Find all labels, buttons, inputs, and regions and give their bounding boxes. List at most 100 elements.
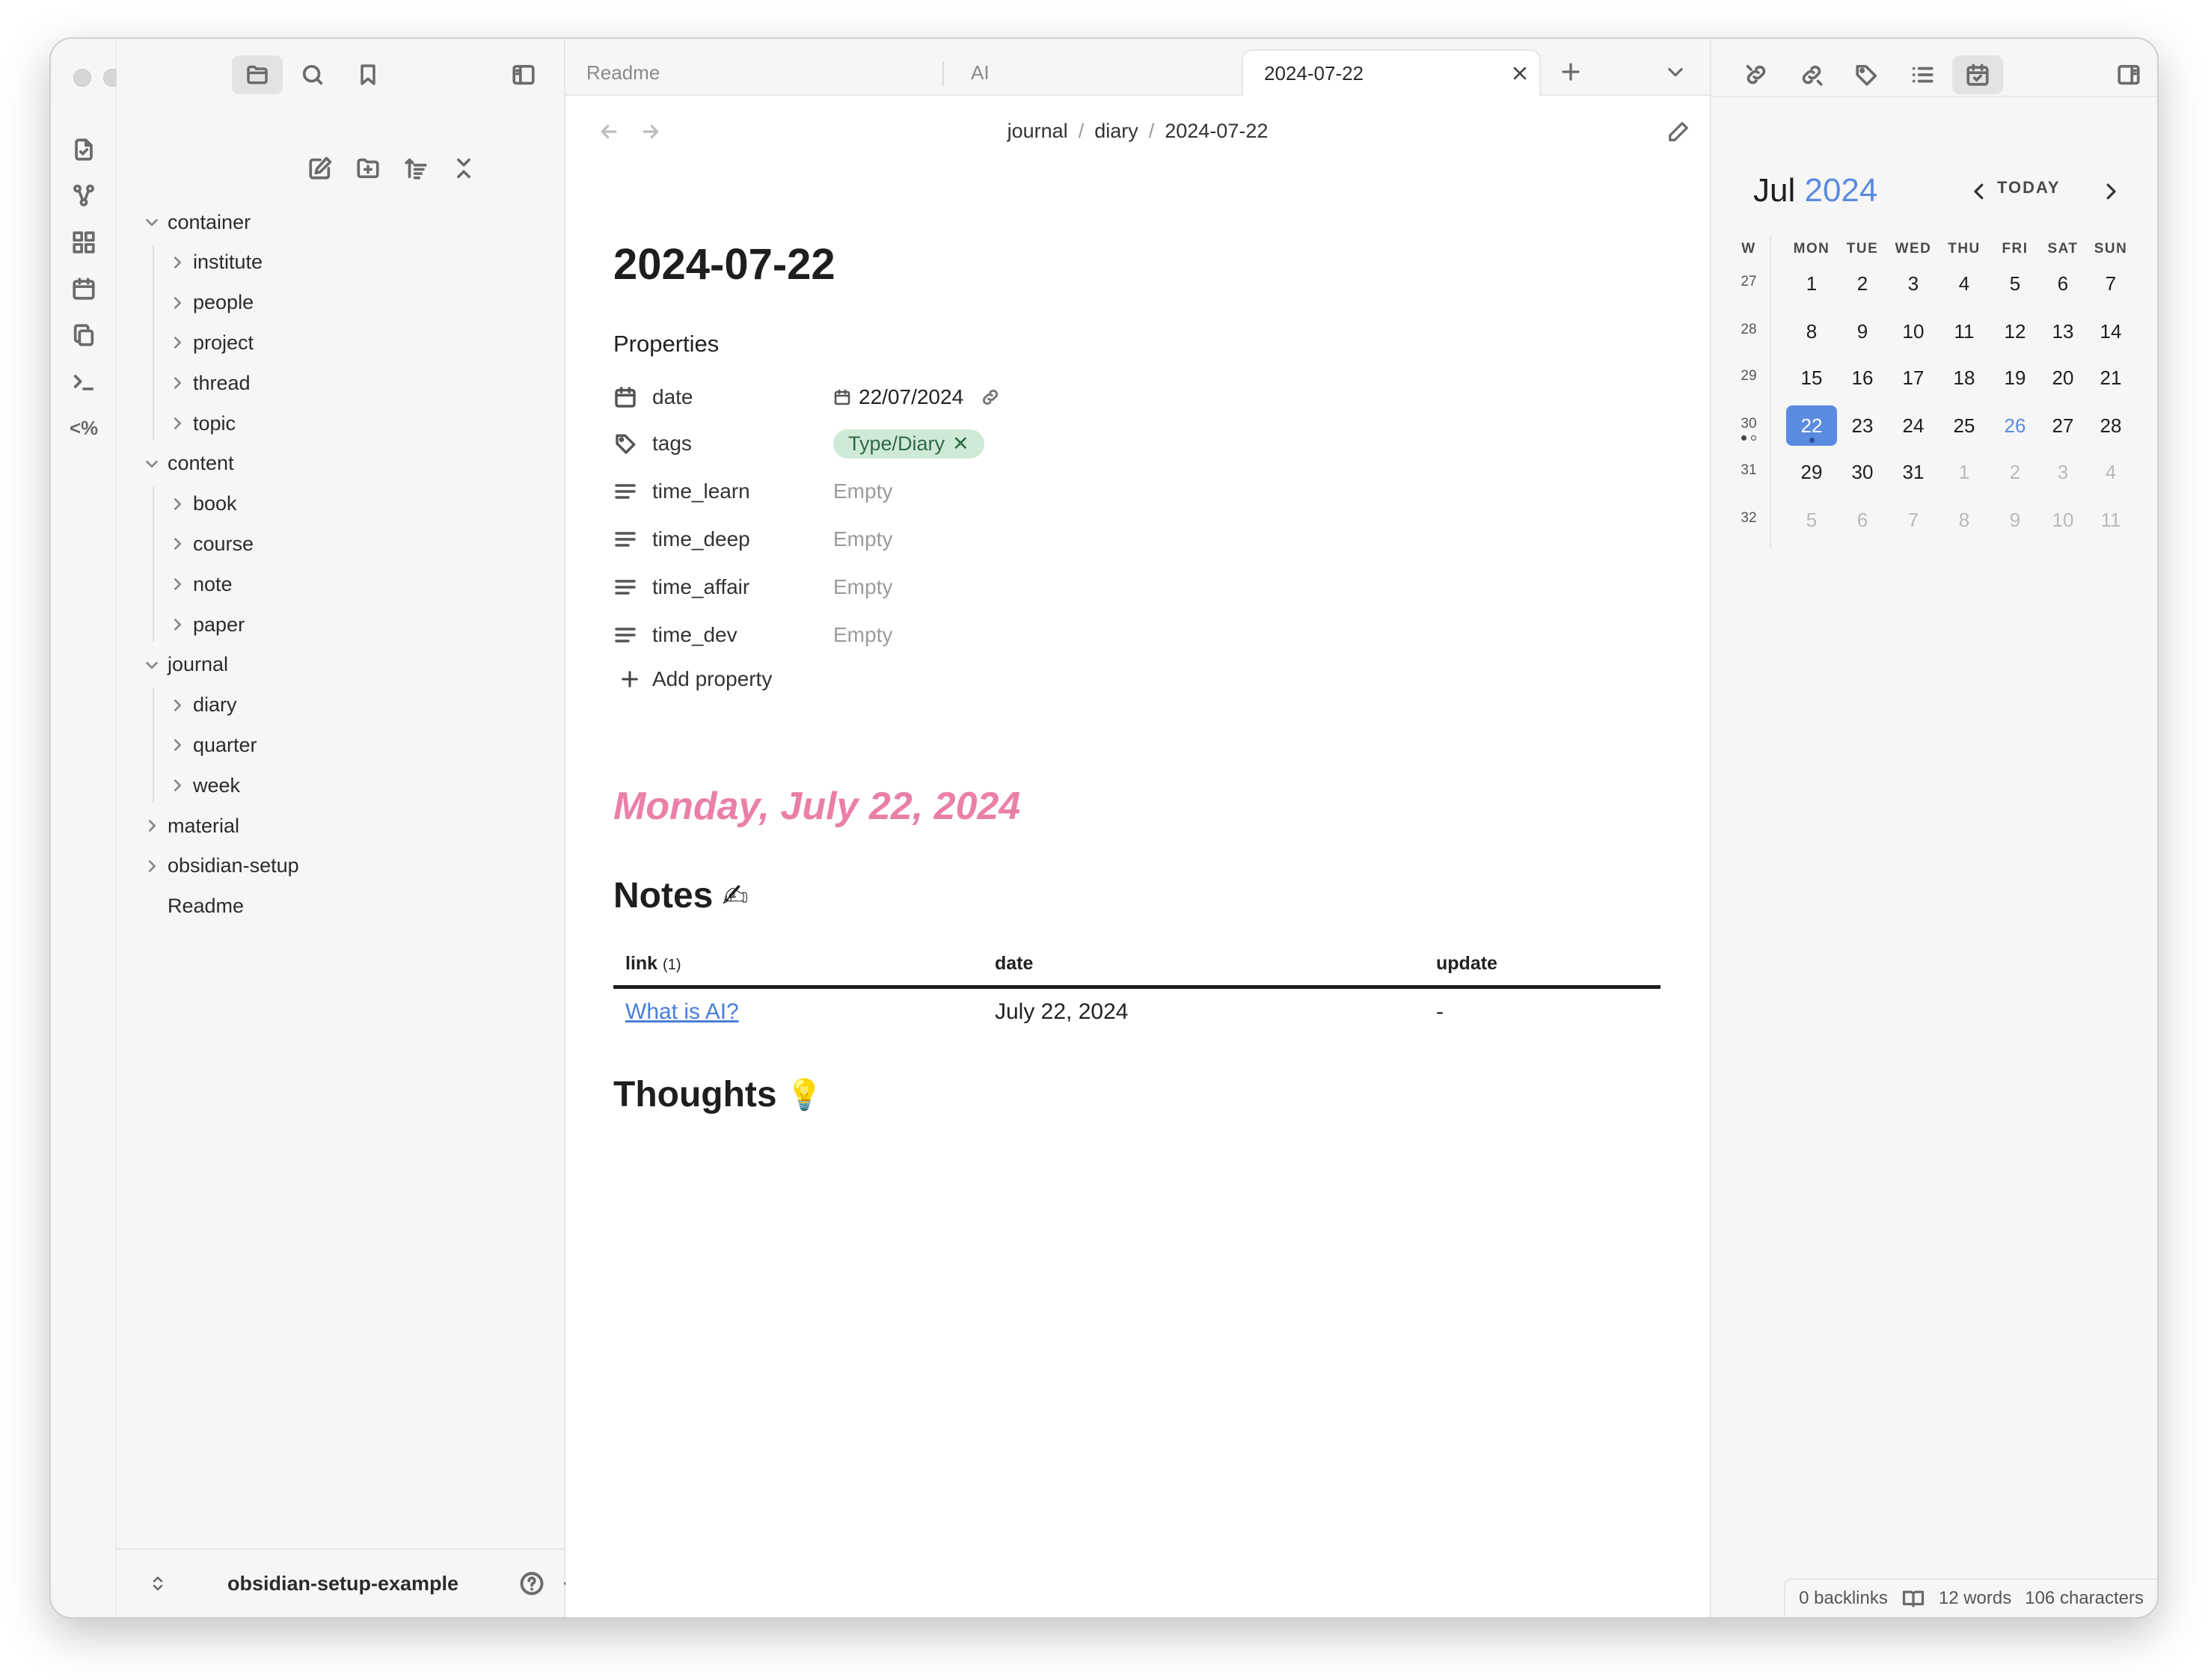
calendar-day[interactable]: 20	[2037, 358, 2088, 398]
property-empty-value[interactable]: Empty	[833, 527, 892, 551]
link-chain-icon[interactable]	[980, 387, 1001, 408]
calendar-day[interactable]: 2	[1837, 263, 1888, 304]
property-name[interactable]: time_deep	[652, 527, 750, 551]
text-lines-icon[interactable]	[613, 623, 652, 647]
templates-icon[interactable]	[63, 314, 105, 356]
tree-folder[interactable]: quarter	[165, 725, 257, 765]
calendar-day[interactable]: 12	[1990, 311, 2040, 352]
close-window-button[interactable]	[73, 69, 91, 87]
next-month-chevron-right-icon[interactable]	[2094, 174, 2127, 209]
edit-pencil-icon[interactable]	[1662, 115, 1695, 148]
calendar-day[interactable]: 30	[1837, 452, 1888, 492]
calendar-day[interactable]: 1	[1786, 263, 1837, 304]
calendar-day[interactable]: 9	[1990, 500, 2040, 540]
tab-2024-07-22[interactable]: 2024-07-22	[1242, 49, 1541, 96]
calendar-day[interactable]: 5	[1786, 500, 1837, 540]
text-lines-icon[interactable]	[613, 479, 652, 503]
calendar-day[interactable]: 3	[1888, 263, 1939, 304]
property-name[interactable]: date	[652, 385, 693, 409]
add-property-button[interactable]: Add property	[619, 667, 772, 691]
tree-folder[interactable]: material	[139, 806, 239, 846]
today-button[interactable]: TODAY	[1997, 178, 2061, 197]
note-link[interactable]: What is AI?	[625, 999, 739, 1024]
calendar-month[interactable]: Jul	[1753, 172, 1795, 209]
calendar-view-icon[interactable]	[1952, 55, 2003, 94]
calendar-day[interactable]: 15	[1786, 358, 1837, 398]
breadcrumb-item[interactable]: diary	[1094, 120, 1138, 143]
bookmark-icon[interactable]	[343, 55, 393, 94]
calendar-day[interactable]: 7	[2085, 263, 2136, 304]
graph-view-icon[interactable]	[63, 175, 105, 217]
calendar-year[interactable]: 2024	[1804, 172, 1877, 209]
property-name[interactable]: time_dev	[652, 623, 737, 647]
breadcrumb-item[interactable]: journal	[1008, 120, 1068, 143]
reading-book-icon[interactable]	[1901, 1587, 1925, 1610]
outgoing-links-icon[interactable]	[1786, 55, 1837, 94]
calendar-day[interactable]: 14	[2085, 311, 2136, 352]
calendar-day[interactable]: 8	[1786, 311, 1837, 352]
templater-icon[interactable]: <%	[63, 407, 105, 449]
property-name[interactable]: time_learn	[652, 479, 750, 503]
tree-folder[interactable]: topic	[165, 403, 236, 444]
calendar-day[interactable]: 10	[2037, 500, 2088, 540]
tree-folder[interactable]: course	[165, 524, 254, 564]
vault-switch-chevrons-icon[interactable]	[139, 1565, 177, 1602]
open-quick-switcher-icon[interactable]	[63, 129, 105, 171]
calendar-day-selected[interactable]: 22	[1786, 405, 1837, 446]
calendar-day[interactable]: 9	[1837, 311, 1888, 352]
property-name[interactable]: time_affair	[652, 575, 749, 599]
toggle-right-sidebar-icon[interactable]	[2103, 55, 2154, 94]
calendar-day[interactable]: 11	[1939, 311, 1990, 352]
table-header-update[interactable]: update	[1424, 945, 1660, 989]
calendar-day[interactable]: 19	[1990, 358, 2040, 398]
calendar-day[interactable]: 8	[1939, 500, 1990, 540]
text-lines-icon[interactable]	[613, 575, 652, 599]
tree-folder[interactable]: container	[139, 202, 251, 242]
remove-tag-x-icon[interactable]: ✕	[952, 432, 969, 456]
tab-list-chevron-down-icon[interactable]	[1659, 55, 1692, 88]
previous-month-chevron-left-icon[interactable]	[1963, 174, 1996, 209]
tree-folder[interactable]: people	[165, 283, 254, 323]
calendar-day[interactable]: 10	[1888, 311, 1939, 352]
terminal-icon[interactable]	[63, 361, 105, 402]
property-empty-value[interactable]: Empty	[833, 623, 892, 647]
tag-pill[interactable]: Type/Diary ✕	[833, 429, 984, 459]
backlinks-icon[interactable]	[1731, 55, 1782, 94]
tree-folder[interactable]: paper	[165, 604, 245, 645]
week-number[interactable]: 32	[1734, 510, 1764, 527]
new-note-icon[interactable]	[301, 150, 340, 187]
tree-folder[interactable]: week	[165, 765, 240, 806]
calendar-day[interactable]: 27	[2037, 405, 2088, 446]
tree-folder[interactable]: institute	[165, 242, 263, 283]
tree-folder[interactable]: journal	[139, 645, 228, 685]
calendar-day[interactable]: 18	[1939, 358, 1990, 398]
note-title[interactable]: 2024-07-22	[613, 239, 835, 289]
calendar-day[interactable]: 4	[1939, 263, 1990, 304]
tree-folder[interactable]: project	[165, 322, 254, 363]
calendar-day[interactable]: 24	[1888, 405, 1939, 446]
calendar-day[interactable]: 3	[2037, 452, 2088, 492]
collapse-all-icon[interactable]	[444, 150, 483, 187]
tree-folder[interactable]: obsidian-setup	[139, 846, 299, 886]
calendar-day[interactable]: 29	[1786, 452, 1837, 492]
property-date-value[interactable]: 22/07/2024	[833, 385, 1001, 409]
tags-icon[interactable]	[1841, 55, 1892, 94]
calendar-day[interactable]: 16	[1837, 358, 1888, 398]
tree-folder[interactable]: note	[165, 564, 233, 604]
calendar-day[interactable]: 2	[1990, 452, 2040, 492]
week-number[interactable]: 29	[1734, 368, 1764, 384]
outline-list-icon[interactable]	[1897, 55, 1948, 94]
calendar-day[interactable]: 6	[1837, 500, 1888, 540]
property-empty-value[interactable]: Empty	[833, 575, 892, 599]
tree-folder[interactable]: diary	[165, 685, 237, 726]
calendar-day[interactable]: 31	[1888, 452, 1939, 492]
tab-readme[interactable]: Readme	[565, 49, 895, 96]
tree-file[interactable]: Readme	[139, 886, 244, 927]
calendar-day[interactable]: 26	[1990, 405, 2040, 446]
tag-icon[interactable]	[613, 432, 652, 456]
week-number[interactable]: 27	[1734, 274, 1764, 290]
property-tags-value[interactable]: Type/Diary ✕	[833, 429, 984, 459]
calendar-day[interactable]: 21	[2085, 358, 2136, 398]
calendar-day[interactable]: 4	[2085, 452, 2136, 492]
property-name[interactable]: tags	[652, 432, 692, 456]
